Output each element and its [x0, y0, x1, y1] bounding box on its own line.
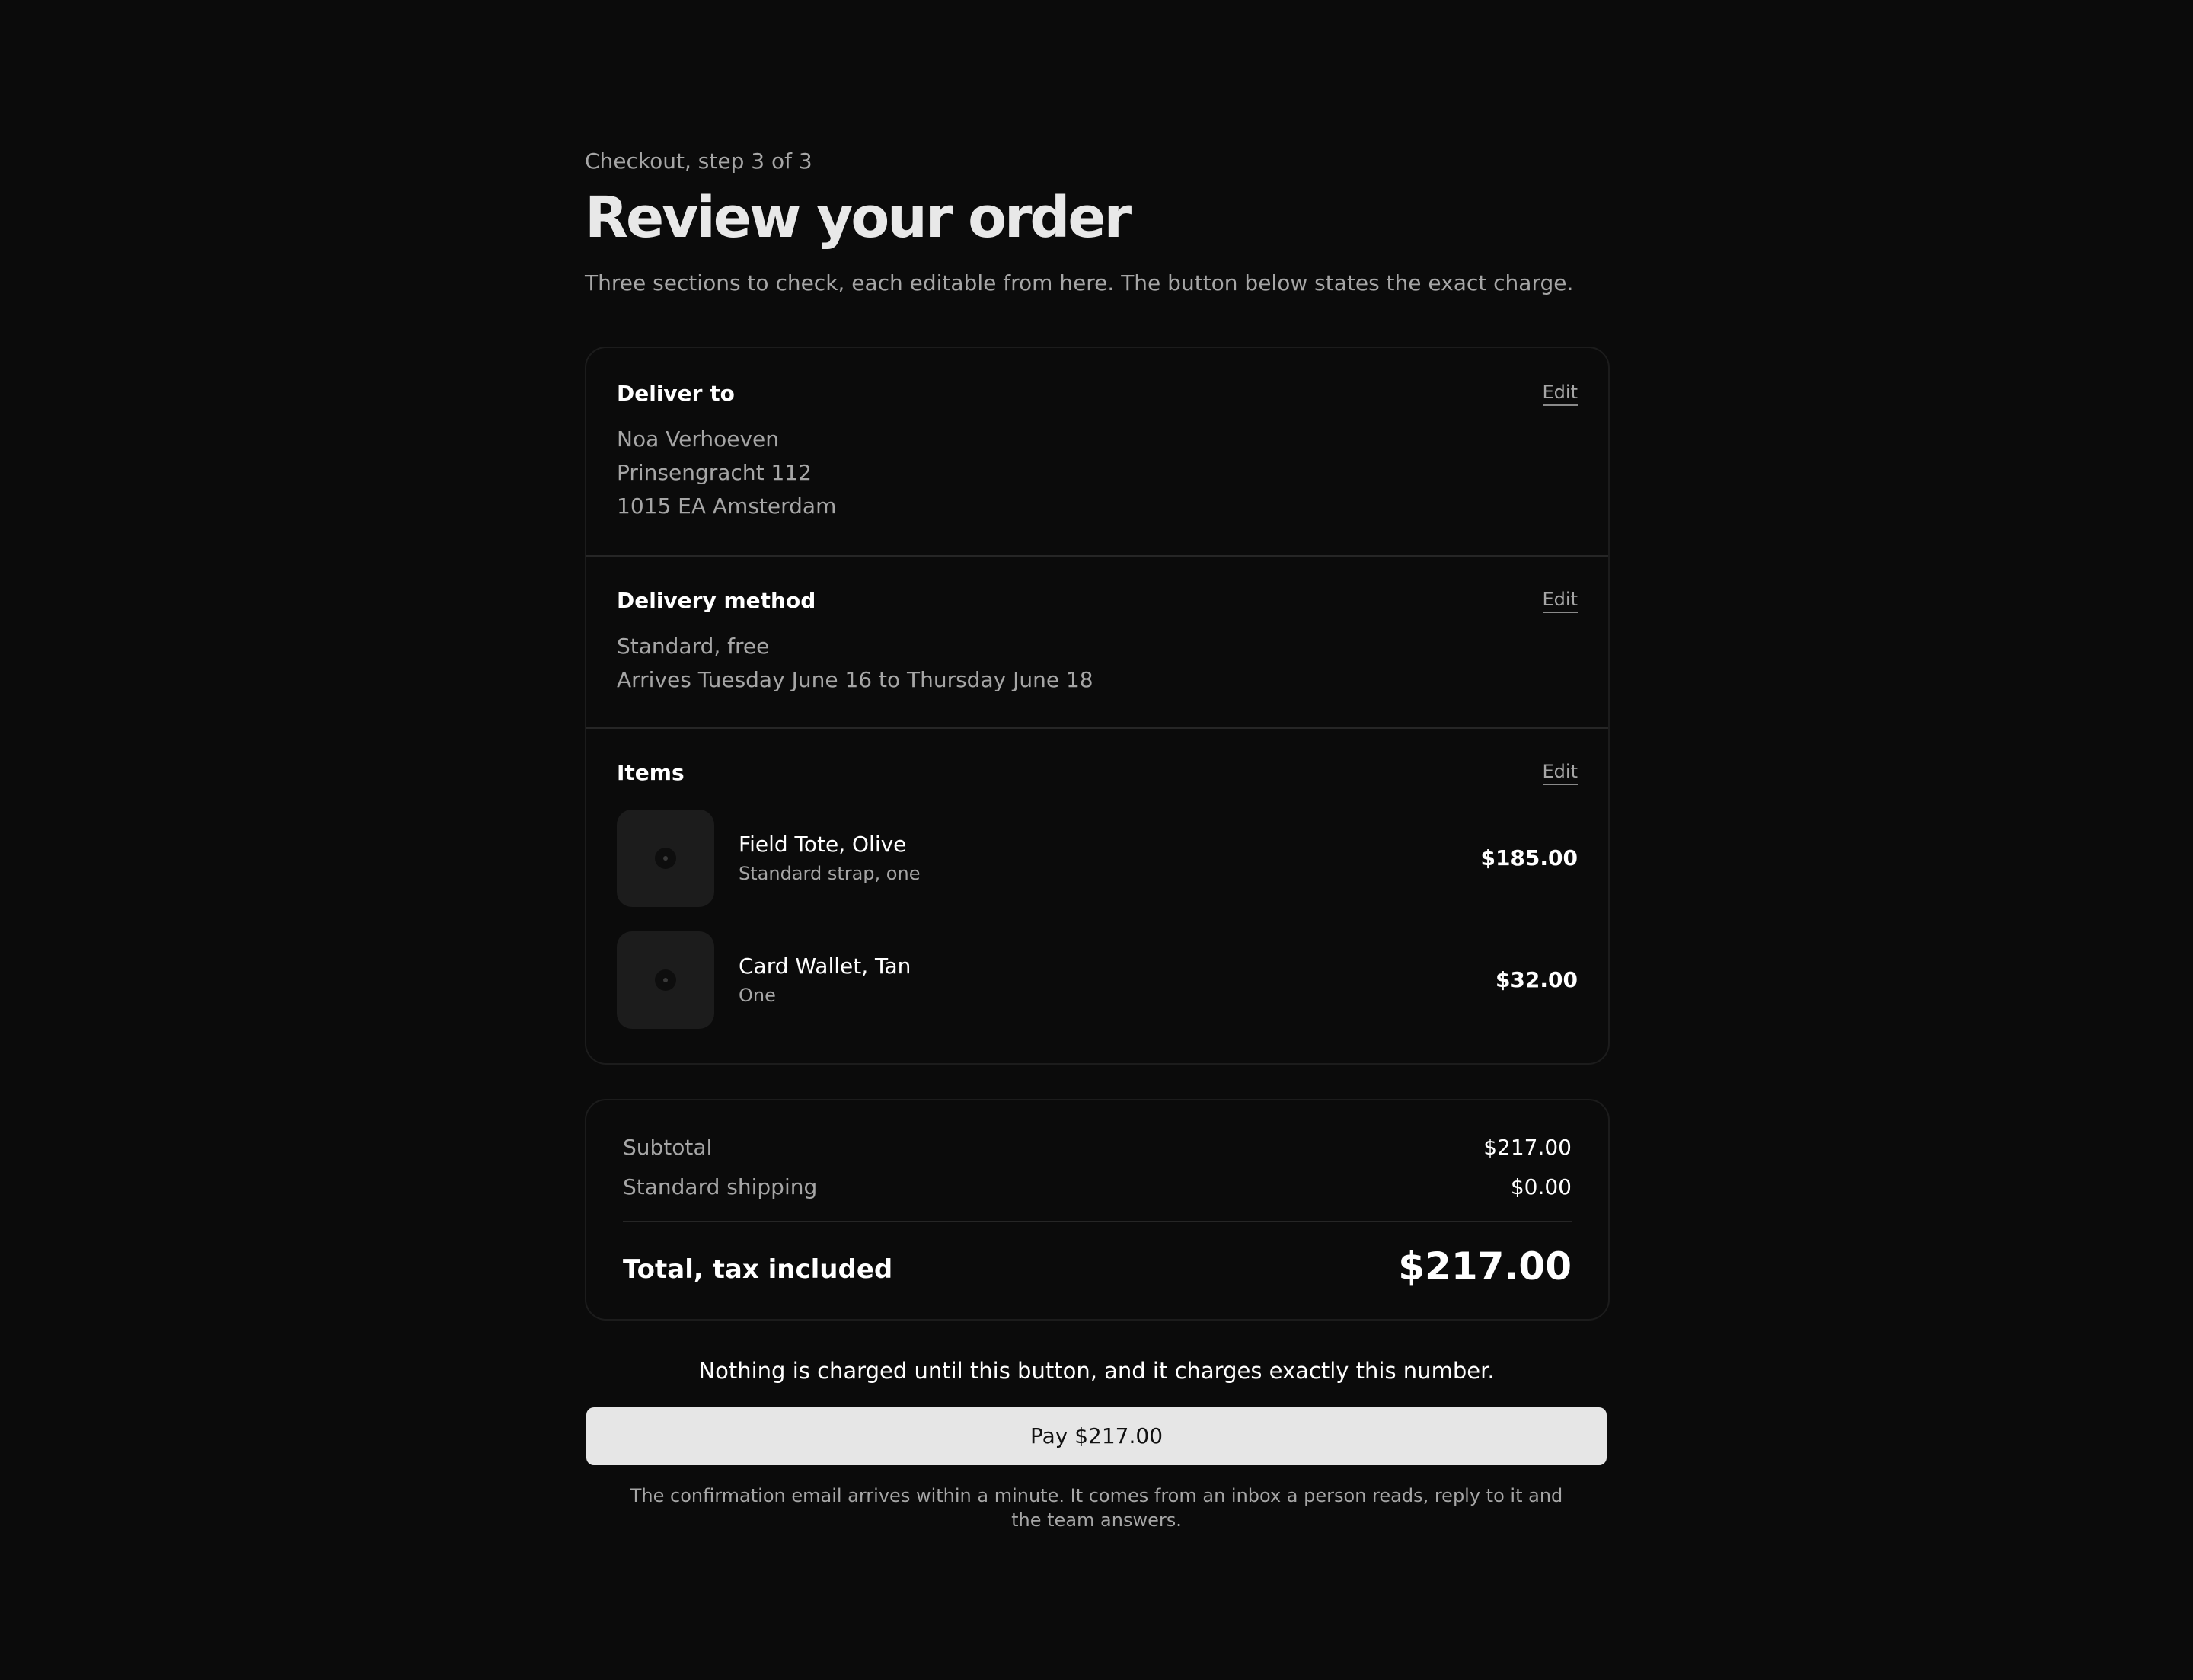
order-summary-card: Subtotal $217.00 Standard shipping $0.00…: [585, 1099, 1610, 1321]
checkout-step-indicator: Checkout, step 3 of 3: [585, 149, 812, 174]
street-address: Prinsengracht 112: [617, 460, 812, 485]
product-thumbnail: [617, 931, 714, 1029]
total-value: $217.00: [1398, 1244, 1572, 1289]
items-header: Items Edit: [617, 758, 1578, 788]
delivery-option: Standard, free: [617, 634, 770, 659]
charge-notice: Nothing is charged until this button, an…: [698, 1358, 1495, 1384]
shipping-value: $0.00: [1510, 1174, 1572, 1199]
edit-delivery-method-link[interactable]: Edit: [1542, 587, 1578, 613]
subtotal-label: Subtotal: [623, 1135, 713, 1160]
page-title: Review your order: [585, 185, 1132, 251]
edit-address-link[interactable]: Edit: [1542, 380, 1578, 406]
subtotal-value: $217.00: [1483, 1135, 1572, 1160]
deliver-to-section: Deliver to Edit Noa Verhoeven Prinsengra…: [586, 348, 1608, 557]
shipping-row: Standard shipping $0.00: [623, 1172, 1572, 1203]
item-variant: Standard strap, one: [739, 863, 921, 884]
item-variant: One: [739, 985, 776, 1006]
product-placeholder-icon: [655, 848, 676, 869]
delivery-eta: Arrives Tuesday June 16 to Thursday June…: [617, 667, 1093, 692]
total-label: Total, tax included: [623, 1254, 893, 1285]
postal-city: 1015 EA Amsterdam: [617, 493, 837, 519]
delivery-method-lines: Standard, free Arrives Tuesday June 16 t…: [617, 630, 1093, 697]
page-subtitle: Three sections to check, each editable f…: [585, 270, 1574, 295]
item-price: $32.00: [1495, 967, 1578, 992]
list-item: Card Wallet, Tan One $32.00: [617, 931, 1578, 1029]
list-item: Field Tote, Olive Standard strap, one $1…: [617, 810, 1578, 907]
summary-divider: [623, 1221, 1572, 1222]
items-section: Items Edit Field Tote, Olive Standard st…: [586, 727, 1608, 1063]
item-price: $185.00: [1480, 845, 1578, 870]
delivery-method-section: Delivery method Edit Standard, free Arri…: [586, 555, 1608, 729]
deliver-to-title: Deliver to: [617, 381, 735, 406]
item-name: Field Tote, Olive: [739, 832, 907, 857]
delivery-method-title: Delivery method: [617, 588, 816, 613]
edit-items-link[interactable]: Edit: [1542, 759, 1578, 785]
confirmation-footnote: The confirmation email arrives within a …: [630, 1485, 1563, 1531]
order-review-card: Deliver to Edit Noa Verhoeven Prinsengra…: [585, 347, 1610, 1065]
deliver-to-header: Deliver to Edit: [617, 378, 1578, 409]
product-thumbnail: [617, 810, 714, 907]
item-name: Card Wallet, Tan: [739, 953, 911, 979]
recipient-name: Noa Verhoeven: [617, 426, 780, 452]
total-row: Total, tax included $217.00: [623, 1242, 1572, 1291]
subtotal-row: Subtotal $217.00: [623, 1132, 1572, 1163]
shipping-label: Standard shipping: [623, 1174, 818, 1199]
address-lines: Noa Verhoeven Prinsengracht 112 1015 EA …: [617, 423, 836, 523]
delivery-method-header: Delivery method Edit: [617, 586, 1578, 616]
items-title: Items: [617, 760, 685, 785]
product-placeholder-icon: [655, 969, 676, 991]
pay-button[interactable]: Pay $217.00: [586, 1407, 1607, 1465]
